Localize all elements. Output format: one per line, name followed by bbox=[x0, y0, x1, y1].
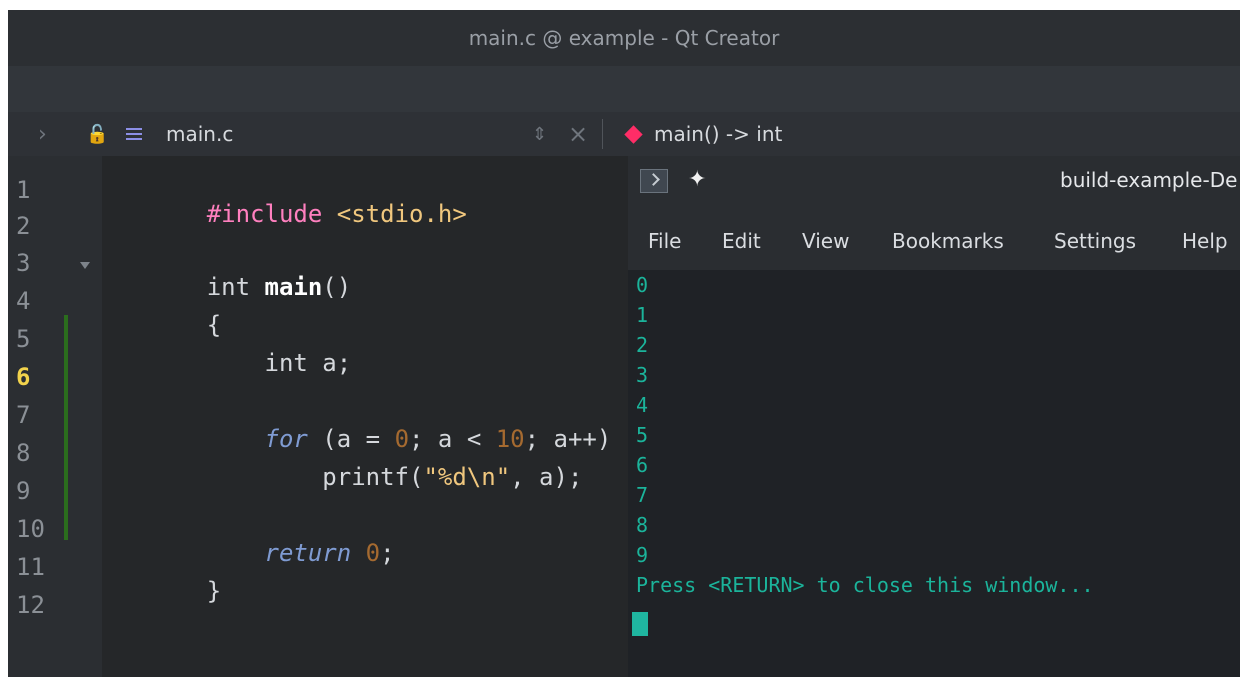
include-file: <stdio.h> bbox=[322, 200, 467, 228]
menu-help[interactable]: Help bbox=[1182, 229, 1228, 253]
preprocessor-directive: #include bbox=[206, 200, 323, 228]
terminal-title: build-example-De bbox=[1060, 168, 1238, 192]
function-name: main bbox=[264, 273, 323, 301]
function-selector[interactable]: main() -> int bbox=[624, 112, 783, 156]
qt-creator-window: main.c @ example - Qt Creator › 🔓 main.c… bbox=[8, 10, 1240, 677]
function-signature: main() -> int bbox=[654, 122, 783, 146]
menu-edit[interactable]: Edit bbox=[722, 229, 761, 253]
menu-settings[interactable]: Settings bbox=[1054, 229, 1136, 253]
code-editor[interactable]: #include <stdio.h> int main() { int a; f… bbox=[102, 156, 628, 677]
toolbar bbox=[8, 66, 1240, 113]
output-line: 5 bbox=[636, 423, 649, 447]
separator bbox=[602, 112, 603, 156]
semicolon: ; bbox=[380, 539, 395, 567]
output-line: 3 bbox=[636, 363, 649, 387]
output-line: 6 bbox=[636, 453, 649, 477]
code-line-8[interactable]: printf("%d\n", a); bbox=[120, 441, 582, 513]
line-number-gutter: 1 2 3 4 5 6 7 8 9 10 11 12 bbox=[8, 156, 102, 677]
terminal-cursor bbox=[632, 612, 648, 636]
output-line: 9 bbox=[636, 543, 649, 567]
sort-icon[interactable]: ⇕ bbox=[532, 112, 547, 156]
lock-icon[interactable]: 🔓 bbox=[86, 112, 108, 156]
file-name: main.c bbox=[166, 122, 234, 146]
editor-toolbar: › 🔓 main.c ⇕ × main() -> int bbox=[8, 112, 1240, 156]
terminal-output[interactable]: 0 1 2 3 4 5 6 7 8 9 Press <RETURN> to cl… bbox=[636, 270, 1236, 600]
line-number: 12 bbox=[16, 591, 45, 619]
argument: , a); bbox=[510, 463, 583, 491]
window-title: main.c @ example - Qt Creator bbox=[468, 26, 780, 50]
output-line: 0 bbox=[636, 273, 649, 297]
line-number: 4 bbox=[16, 287, 31, 315]
output-line: 4 bbox=[636, 393, 649, 417]
terminal-window[interactable]: ✦ build-example-De File Edit View Bookma… bbox=[628, 156, 1240, 677]
window-titlebar: main.c @ example - Qt Creator bbox=[8, 10, 1240, 66]
output-line: 2 bbox=[636, 333, 649, 357]
close-icon[interactable]: × bbox=[568, 112, 588, 156]
terminal-titlebar: ✦ build-example-De bbox=[628, 156, 1240, 214]
line-number: 5 bbox=[16, 325, 31, 353]
line-number: 11 bbox=[16, 553, 45, 581]
pin-icon[interactable]: ✦ bbox=[688, 168, 710, 192]
line-number: 1 bbox=[16, 176, 31, 204]
active-line-number: 6 bbox=[16, 363, 31, 391]
string-literal: "%d\n" bbox=[423, 463, 511, 491]
code-line-1[interactable]: #include <stdio.h> bbox=[120, 178, 467, 250]
c-file-icon bbox=[124, 124, 144, 144]
output-line: 7 bbox=[636, 483, 649, 507]
line-number: 8 bbox=[16, 439, 31, 467]
output-line: 8 bbox=[636, 513, 649, 537]
forward-icon[interactable]: › bbox=[38, 112, 47, 156]
terminal-icon bbox=[640, 169, 668, 193]
punctuation: () bbox=[322, 273, 352, 301]
declaration: int a; bbox=[206, 349, 352, 377]
file-selector[interactable]: main.c bbox=[124, 112, 233, 156]
prompt-line: Press <RETURN> to close this window... bbox=[636, 573, 1094, 597]
line-number: 3 bbox=[16, 249, 31, 277]
code-line-11[interactable]: } bbox=[120, 555, 221, 627]
function-call: printf( bbox=[206, 463, 424, 491]
return-keyword: return bbox=[206, 539, 352, 567]
line-number: 2 bbox=[16, 212, 31, 240]
line-number: 10 bbox=[16, 515, 45, 543]
change-marker bbox=[64, 315, 68, 540]
menu-bookmarks[interactable]: Bookmarks bbox=[892, 229, 1004, 253]
menu-file[interactable]: File bbox=[648, 229, 681, 253]
fold-arrow-icon[interactable] bbox=[80, 262, 90, 269]
line-number: 9 bbox=[16, 477, 31, 505]
line-number: 7 bbox=[16, 401, 31, 429]
terminal-menu-bar: File Edit View Bookmarks Settings Help bbox=[628, 214, 1240, 270]
output-line: 1 bbox=[636, 303, 649, 327]
function-diamond-icon bbox=[624, 124, 643, 144]
menu-view[interactable]: View bbox=[802, 229, 849, 253]
number-literal: 0 bbox=[365, 539, 381, 567]
code-line-5[interactable]: int a; bbox=[120, 327, 352, 399]
brace: } bbox=[206, 577, 222, 605]
